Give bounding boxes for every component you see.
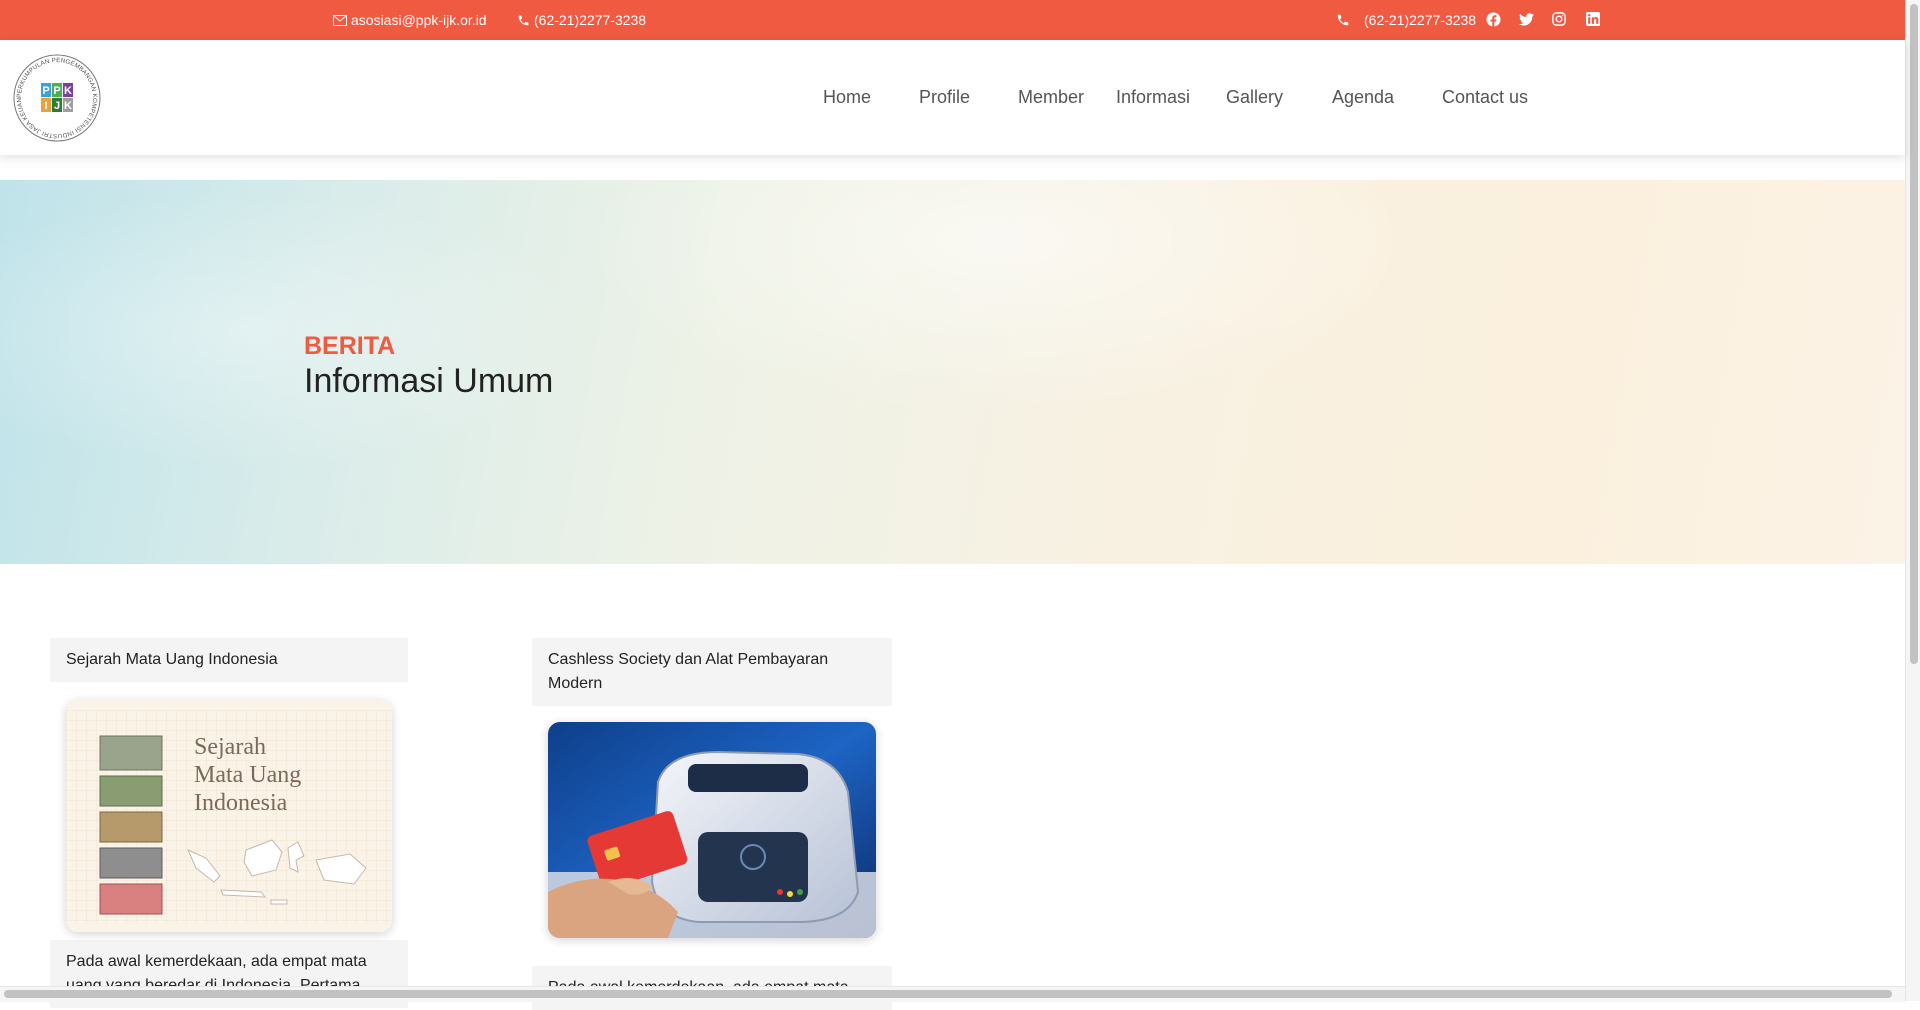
site-logo[interactable]: PERKUMPULAN PENGEMBANGAN KOMPETENSI INDU… — [9, 48, 102, 143]
instagram-icon[interactable] — [1550, 10, 1568, 28]
nav-contact-us[interactable]: Contact us — [1442, 87, 1528, 108]
image-caption-line: Mata Uang — [194, 762, 301, 788]
phone-text-left: (62-21)2277-3238 — [534, 12, 647, 28]
top-contact-bar: asosiasi@ppk-ijk.or.id (62-21)2277-3238 … — [0, 0, 1905, 40]
card-image[interactable] — [548, 722, 876, 938]
nav-agenda[interactable]: Agenda — [1332, 87, 1394, 108]
card-title[interactable]: Cashless Society dan Alat Pembayaran Mod… — [532, 638, 892, 706]
logo-letter: P — [42, 85, 49, 97]
phone-icon — [1336, 13, 1350, 27]
email-contact[interactable]: asosiasi@ppk-ijk.or.id — [333, 12, 487, 28]
vertical-scrollbar[interactable] — [1905, 0, 1920, 1001]
logo-letter: K — [64, 85, 72, 97]
nav-gallery[interactable]: Gallery — [1226, 87, 1283, 108]
logo-letter: I — [44, 100, 47, 112]
phone-contact-left[interactable]: (62-21)2277-3238 — [517, 12, 646, 28]
phone-contact-right[interactable]: (62-21)2277-3238 — [1336, 12, 1476, 28]
nav-home[interactable]: Home — [823, 87, 871, 108]
twitter-icon[interactable] — [1517, 10, 1535, 28]
horizontal-scrollbar-thumb[interactable] — [4, 990, 1892, 998]
logo-letter: P — [53, 85, 60, 97]
logo-letter: K — [64, 100, 72, 112]
image-caption-line: Sejarah — [194, 734, 266, 760]
nav-profile[interactable]: Profile — [919, 87, 970, 108]
news-card[interactable]: Sejarah Mata Uang Indonesia Sejarah Mata… — [50, 638, 408, 1008]
card-title[interactable]: Sejarah Mata Uang Indonesia — [50, 638, 408, 682]
vertical-scrollbar-thumb[interactable] — [1910, 4, 1918, 664]
facebook-icon[interactable] — [1484, 10, 1502, 28]
nav-member[interactable]: Member — [1018, 87, 1084, 108]
email-text: asosiasi@ppk-ijk.or.id — [351, 12, 487, 28]
envelope-icon — [333, 14, 347, 26]
page-title: Informasi Umum — [304, 362, 554, 400]
image-caption-line: Indonesia — [194, 790, 288, 816]
logo-letter: J — [54, 100, 60, 112]
phone-text-right: (62-21)2277-3238 — [1364, 12, 1477, 28]
linkedin-icon[interactable] — [1584, 10, 1602, 28]
nav-informasi[interactable]: Informasi — [1116, 87, 1190, 108]
card-image[interactable]: Sejarah Mata Uang Indonesia — [66, 700, 392, 932]
news-card[interactable]: Cashless Society dan Alat Pembayaran Mod… — [532, 638, 892, 1010]
site-header: PERKUMPULAN PENGEMBANGAN KOMPETENSI INDU… — [0, 40, 1905, 155]
horizontal-scrollbar[interactable] — [0, 986, 1905, 1002]
hero-banner: BERITA Informasi Umum — [0, 180, 1905, 564]
hero-kicker: BERITA — [304, 332, 396, 360]
phone-icon — [517, 14, 530, 27]
